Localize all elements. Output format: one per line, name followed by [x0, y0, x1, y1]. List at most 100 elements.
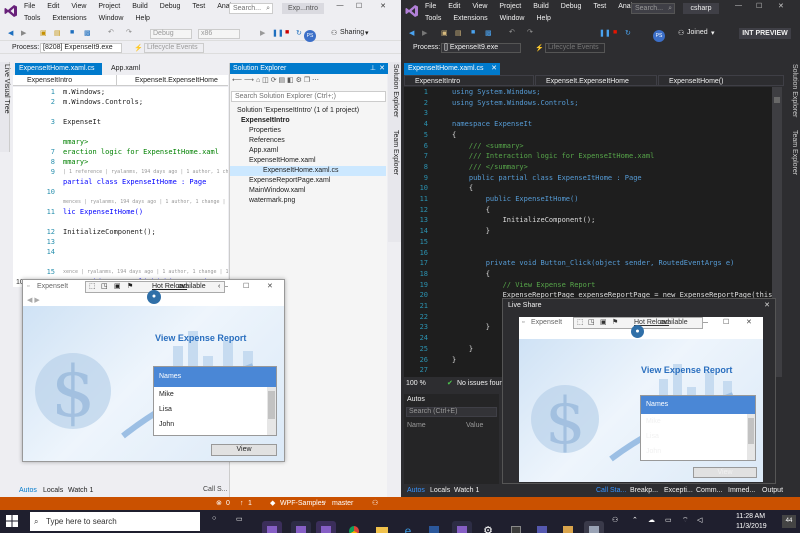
cloud-icon[interactable]: ☁ — [648, 516, 655, 524]
app-close-button[interactable]: ✕ — [746, 317, 752, 329]
error-icon[interactable]: ⊗ — [216, 497, 222, 510]
solution-explorer-side-tab[interactable]: Solution Explorer — [392, 64, 399, 117]
word-icon[interactable] — [424, 521, 444, 533]
project-dropdown[interactable]: ExpenseItIntro — [404, 75, 534, 86]
project-dropdown[interactable]: ExpenseItIntro — [15, 75, 117, 86]
close-tab-icon[interactable]: ✕ — [491, 63, 497, 75]
track-focus-icon[interactable]: ▣ — [600, 318, 607, 328]
tab-breakpoints[interactable]: Breakp... — [630, 485, 658, 497]
solution-tree-item[interactable]: ExpenseItHome.xaml.cs — [230, 166, 386, 176]
solution-tree-item[interactable]: ExpenseItIntro — [238, 116, 290, 126]
menu-tools[interactable]: Tools — [425, 15, 441, 22]
volume-icon[interactable]: ◁ — [697, 516, 702, 524]
back-icon[interactable]: ◀ — [8, 29, 13, 37]
config-dropdown[interactable]: Debug — [150, 29, 192, 39]
task-view-icon[interactable]: ▭ — [236, 515, 243, 523]
team-explorer-side-tab[interactable]: Team Explorer — [791, 130, 798, 175]
chrome-icon[interactable] — [344, 521, 364, 533]
team-explorer-side-tab[interactable]: Team Explorer — [392, 130, 399, 175]
display-adorners-icon[interactable]: ◳ — [588, 318, 595, 328]
nav-forward-icon[interactable]: ▶ — [34, 297, 39, 304]
sharing-icon[interactable]: ⚇ — [331, 29, 337, 37]
menu-window[interactable]: Window — [500, 15, 525, 22]
menu-extensions[interactable]: Extensions — [453, 15, 487, 22]
menu-edit[interactable]: Edit — [47, 3, 59, 10]
menu-file[interactable]: File — [425, 3, 436, 10]
select-element-icon[interactable]: ⬚ — [577, 318, 584, 328]
tab-watch-1[interactable]: Watch 1 — [68, 485, 93, 497]
edge-icon[interactable]: e — [398, 521, 418, 533]
solution-tree-item[interactable]: ExpenseItHome.xaml — [246, 156, 316, 166]
avatar[interactable]: PS — [304, 30, 316, 42]
list-item[interactable]: Lisa — [641, 429, 755, 444]
live-share-close-button[interactable]: ✕ — [764, 301, 770, 309]
clock-date[interactable]: 11/3/2019 — [736, 523, 767, 530]
binding-failures-icon[interactable]: ⚑ — [612, 318, 618, 328]
select-element-icon[interactable]: ⬚ — [89, 282, 96, 292]
menu-view[interactable]: View — [71, 3, 86, 10]
maximize-button[interactable]: ☐ — [352, 2, 366, 14]
branch-name[interactable]: master — [332, 497, 353, 510]
solution-tree-item[interactable]: App.xaml — [246, 146, 278, 156]
solution-tree-item[interactable]: Properties — [246, 126, 281, 136]
app-maximize-button[interactable]: ☐ — [723, 317, 729, 329]
cortana-icon[interactable]: ○ — [212, 515, 216, 522]
menu-extensions[interactable]: Extensions — [52, 15, 86, 22]
pause-icon[interactable]: ❚❚ — [599, 29, 611, 37]
autos-search-input[interactable]: Search (Ctrl+E) — [406, 407, 497, 417]
undo-icon[interactable]: ↶ — [509, 28, 515, 36]
terminal-icon[interactable] — [506, 521, 526, 533]
back-icon[interactable]: ◀ — [409, 29, 414, 37]
collapse-icon[interactable]: ‹ — [218, 282, 220, 292]
tab-command[interactable]: Comm... — [696, 485, 722, 497]
open-icon[interactable]: ▤ — [54, 29, 61, 37]
save-all-icon[interactable]: ▩ — [485, 29, 492, 37]
menu-file[interactable]: File — [24, 3, 35, 10]
continue-icon[interactable]: ▶ — [260, 29, 265, 37]
lifecycle-dropdown[interactable]: Lifecycle Events — [545, 43, 605, 53]
tab-exceptions[interactable]: Excepti... — [664, 485, 693, 497]
undo-icon[interactable]: ↶ — [108, 28, 114, 36]
tab-output[interactable]: Output — [762, 485, 783, 497]
tab-expenseithome-xaml-cs[interactable]: ExpenseItHome.xaml.cs — [15, 63, 102, 75]
vs-taskbar-icon-2[interactable] — [291, 521, 311, 533]
menu-tools[interactable]: Tools — [24, 15, 40, 22]
stop-icon[interactable]: ■ — [613, 29, 617, 36]
people-tray-icon[interactable]: ⚇ — [612, 516, 618, 524]
vs-taskbar-icon[interactable] — [262, 521, 282, 533]
class-dropdown[interactable]: ExpenseIt.ExpenseItHome — [535, 75, 657, 86]
search-box[interactable]: Search... ⌕ — [631, 3, 675, 14]
avatar[interactable]: PS — [653, 30, 665, 42]
solution-tree-item[interactable]: Solution 'ExpenseItIntro' (1 of 1 projec… — [234, 106, 359, 116]
process-dropdown[interactable]: [] ExpenseIt9.exe — [441, 43, 521, 53]
menu-project[interactable]: Project — [98, 3, 120, 10]
tab-app-xaml[interactable]: App.xaml — [107, 63, 157, 75]
tab-locals[interactable]: Locals — [430, 485, 450, 497]
solution-search-input[interactable]: Search Solution Explorer (Ctrl+;) — [231, 91, 386, 102]
taskbar-search-input[interactable]: ⌕ Type here to search — [30, 512, 200, 531]
search-box[interactable]: Search... ⌕ — [229, 3, 273, 14]
call-stack-tab[interactable]: Call S... — [203, 486, 228, 493]
tab-watch-1[interactable]: Watch 1 — [454, 485, 479, 497]
menu-window[interactable]: Window — [99, 15, 124, 22]
list-item[interactable]: Mike — [641, 414, 755, 429]
warning-count[interactable]: 1 — [248, 497, 252, 510]
process-dropdown[interactable]: [8208] ExpenseIt9.exe — [40, 43, 122, 53]
solution-tree-item[interactable]: watermark.png — [246, 196, 295, 206]
code-editor-left[interactable]: 1 m.Windows; 2 m.Windows.Controls; 3 ExpenseI… — [13, 87, 228, 287]
forward-icon[interactable]: ▶ — [21, 29, 26, 37]
menu-view[interactable]: View — [472, 3, 487, 10]
redo-icon[interactable]: ↷ — [527, 28, 533, 36]
clock-time[interactable]: 11:28 AM — [736, 513, 765, 520]
menu-project[interactable]: Project — [499, 3, 521, 10]
close-button[interactable]: ✕ — [778, 2, 784, 10]
snip-icon[interactable] — [584, 521, 604, 533]
settings-icon[interactable]: ⚙ — [478, 521, 498, 533]
repo-name[interactable]: WPF-Samples — [280, 497, 325, 510]
close-button[interactable]: ✕ — [376, 2, 390, 14]
restart-icon[interactable]: ↻ — [296, 29, 302, 37]
pin-icon[interactable]: ⊥ — [370, 63, 376, 74]
menu-test[interactable]: Test — [192, 3, 205, 10]
branch-arrow-icon[interactable]: ↑ — [240, 497, 244, 510]
list-item[interactable]: John — [641, 444, 755, 459]
